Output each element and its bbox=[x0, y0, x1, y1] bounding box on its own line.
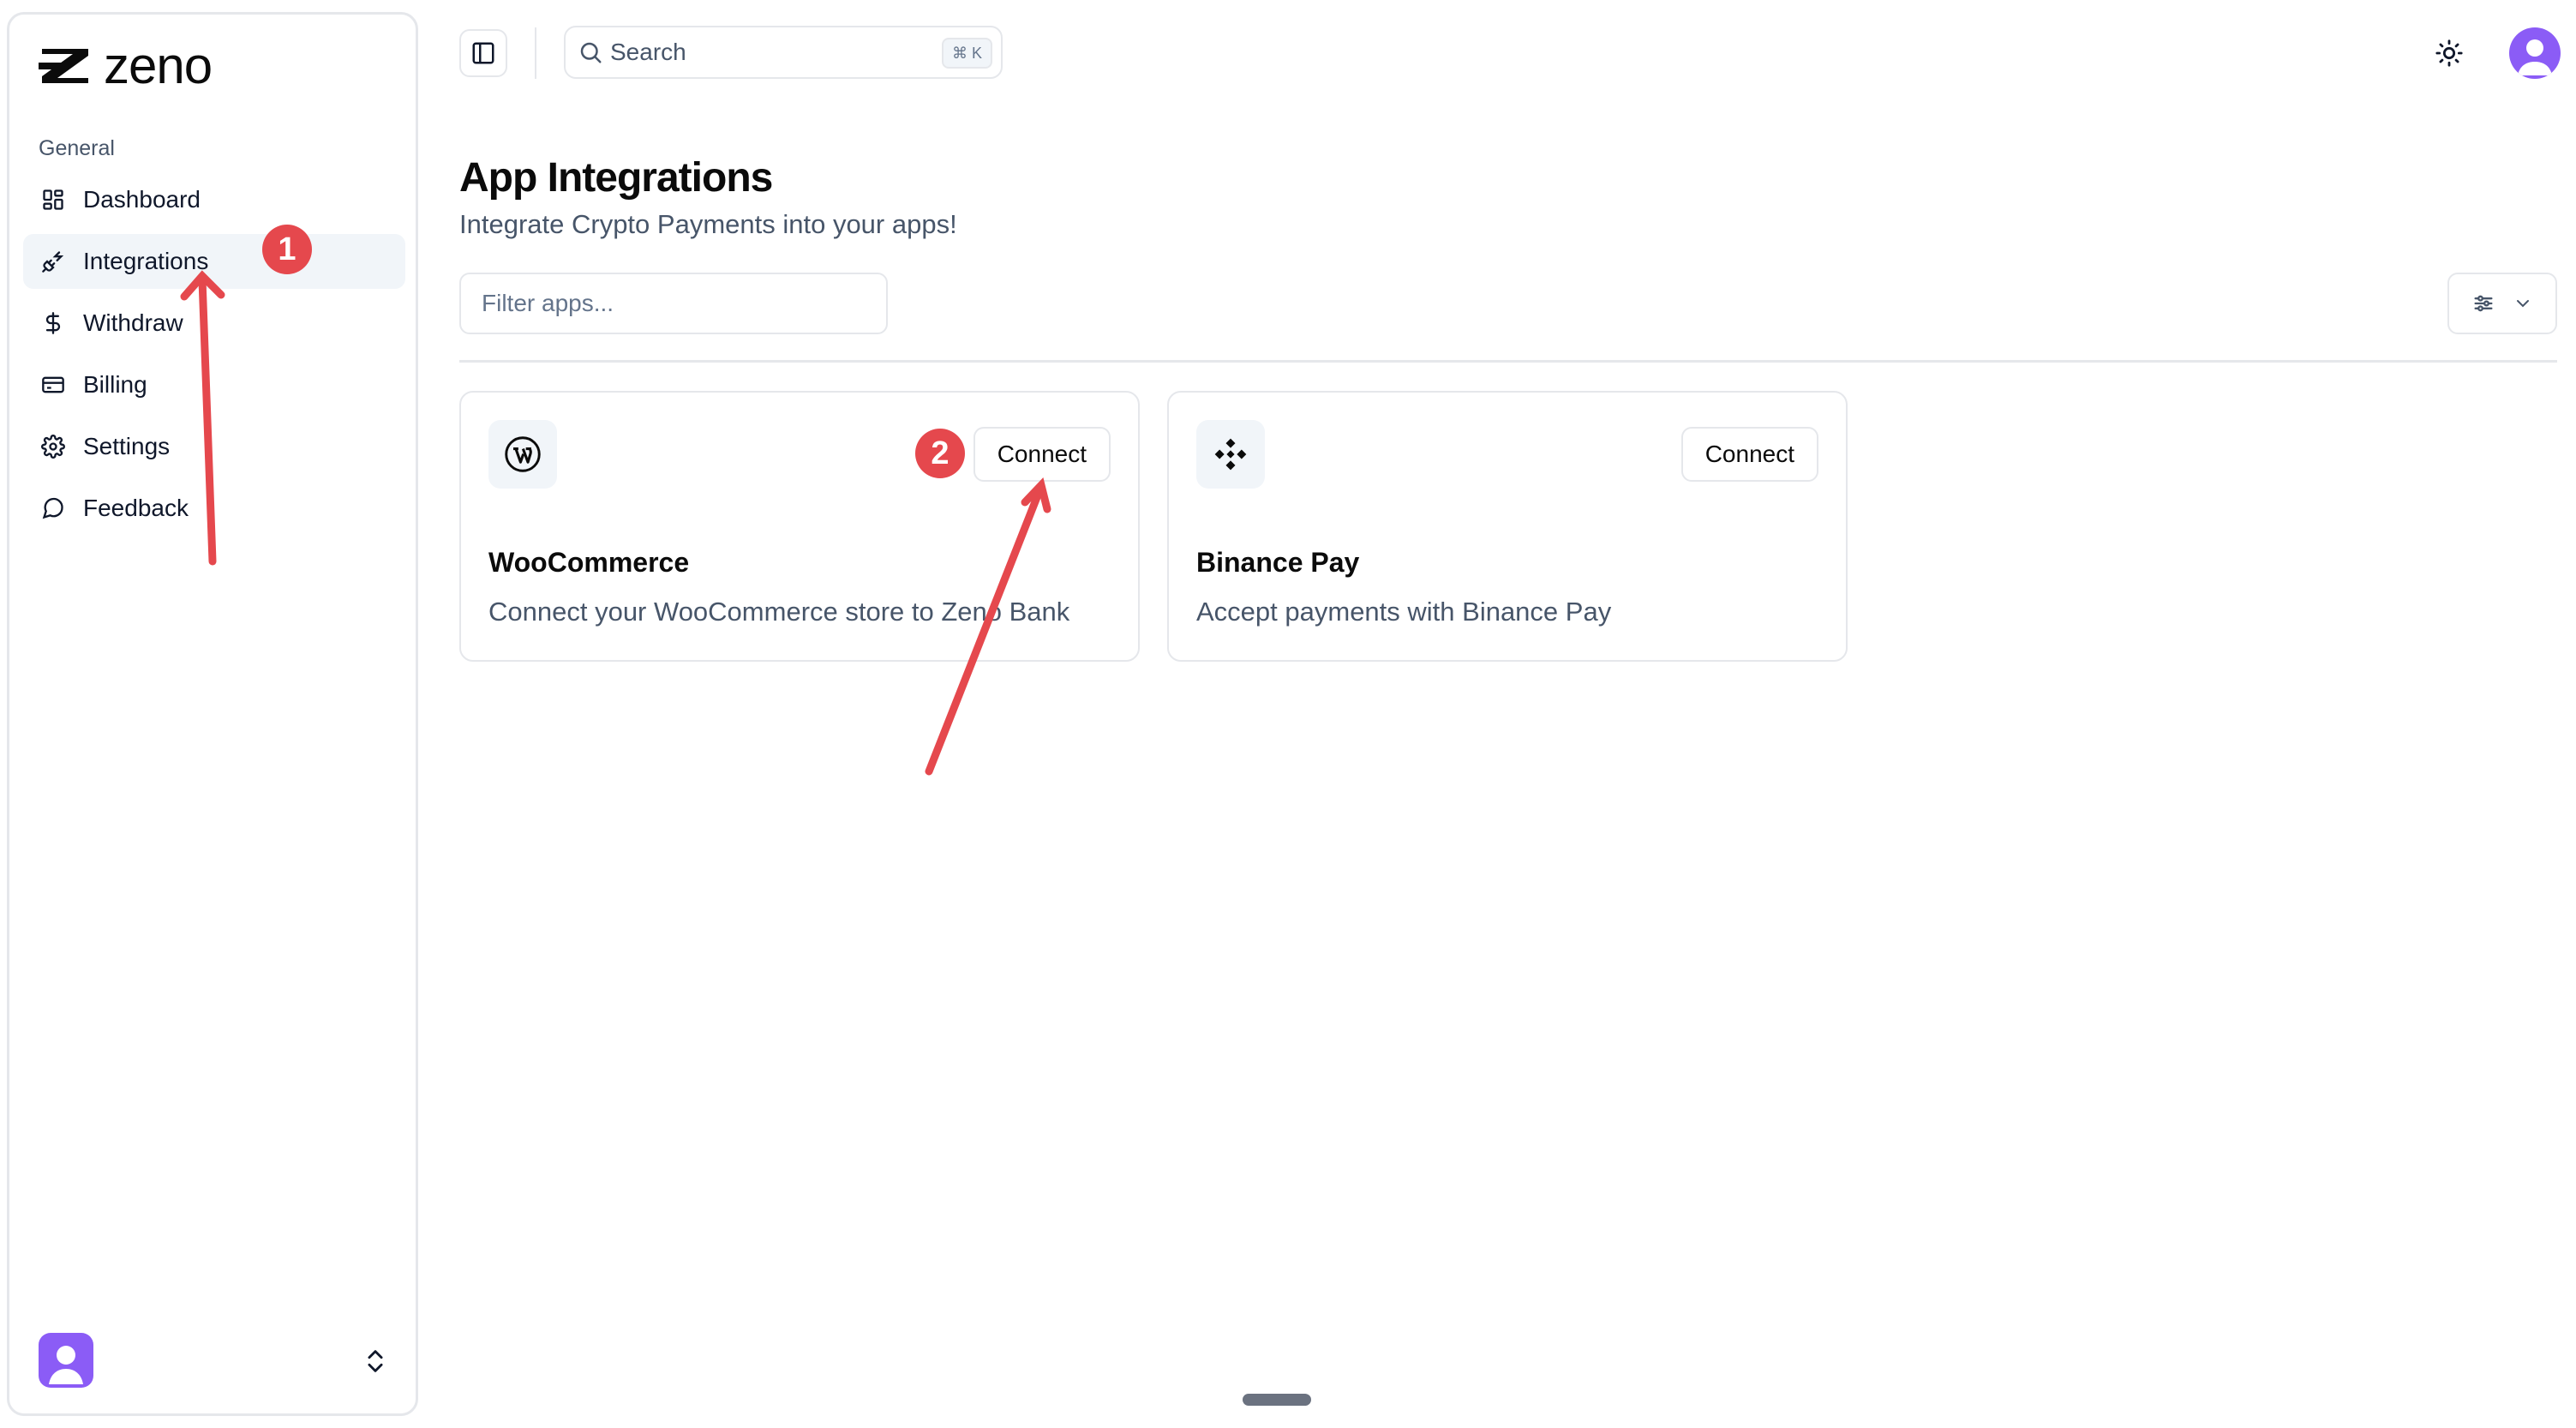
search-label: Search bbox=[610, 39, 686, 65]
dollar-icon bbox=[40, 310, 66, 336]
wordpress-icon bbox=[488, 420, 557, 489]
page-title: App Integrations bbox=[459, 155, 773, 201]
search-shortcut: ⌘ K bbox=[941, 38, 992, 69]
integration-description: Accept payments with Binance Pay bbox=[1196, 597, 1612, 627]
sidebar-item-label: Dashboard bbox=[83, 186, 201, 213]
integration-name: WooCommerce bbox=[488, 547, 690, 578]
plug-icon bbox=[40, 249, 66, 274]
user-icon bbox=[49, 1346, 83, 1384]
sidebar-item-label: Settings bbox=[83, 433, 171, 459]
sidebar-group-label: General bbox=[39, 136, 115, 160]
theme-toggle-button[interactable] bbox=[2430, 34, 2468, 72]
sidebar-item-feedback[interactable]: Feedback bbox=[23, 481, 405, 536]
sidebar-item-label: Withdraw bbox=[83, 309, 183, 336]
view-options-button[interactable] bbox=[2447, 273, 2557, 334]
panel-left-icon bbox=[472, 42, 494, 64]
sidebar-nav: Dashboard Integrations Withdraw Billing … bbox=[23, 172, 405, 543]
profile-avatar[interactable] bbox=[2509, 27, 2561, 79]
sidebar-item-dashboard[interactable]: Dashboard bbox=[23, 172, 405, 227]
zeno-logo-icon bbox=[39, 49, 88, 83]
gear-icon bbox=[40, 434, 66, 459]
integration-description: Connect your WooCommerce store to Zeno B… bbox=[488, 597, 1070, 627]
integration-card-woocommerce: Connect WooCommerce Connect your WooComm… bbox=[459, 391, 1140, 662]
message-circle-icon bbox=[40, 495, 66, 521]
credit-card-icon bbox=[40, 372, 66, 398]
sidebar: zeno General Dashboard Integrations With… bbox=[7, 12, 418, 1416]
sidebar-item-label: Billing bbox=[83, 371, 147, 398]
integration-card-binance-pay: Connect Binance Pay Accept payments with… bbox=[1167, 391, 1848, 662]
integration-name: Binance Pay bbox=[1196, 547, 1360, 578]
connect-button-binance-pay[interactable]: Connect bbox=[1680, 427, 1818, 482]
content-divider bbox=[459, 360, 2557, 363]
chevrons-up-down-icon[interactable] bbox=[361, 1347, 390, 1376]
page-subtitle: Integrate Crypto Payments into your apps… bbox=[459, 209, 957, 239]
sidebar-item-label: Integrations bbox=[83, 248, 209, 274]
sidebar-item-integrations[interactable]: Integrations bbox=[23, 234, 405, 289]
annotation-badge-2: 2 bbox=[915, 429, 965, 478]
user-avatar[interactable] bbox=[39, 1333, 93, 1388]
connect-button-woocommerce[interactable]: Connect bbox=[973, 427, 1111, 482]
sidebar-item-settings[interactable]: Settings bbox=[23, 419, 405, 474]
home-indicator bbox=[1243, 1394, 1311, 1406]
user-icon bbox=[2518, 39, 2552, 75]
topbar-divider bbox=[535, 27, 536, 79]
brand-name: zeno bbox=[104, 37, 213, 94]
sliders-icon bbox=[2474, 295, 2493, 312]
binance-icon bbox=[1196, 420, 1265, 489]
sidebar-item-billing[interactable]: Billing bbox=[23, 357, 405, 412]
dashboard-icon bbox=[40, 187, 66, 213]
toggle-sidebar-button[interactable] bbox=[459, 29, 507, 77]
sidebar-item-label: Feedback bbox=[83, 495, 189, 521]
brand-logo[interactable]: zeno bbox=[39, 37, 213, 94]
search-button[interactable]: Search ⌘ K bbox=[564, 26, 1003, 79]
sidebar-item-withdraw[interactable]: Withdraw bbox=[23, 296, 405, 351]
annotation-badge-1: 1 bbox=[262, 225, 312, 274]
sun-icon bbox=[2435, 39, 2463, 67]
search-icon bbox=[580, 42, 602, 63]
filter-apps-input[interactable] bbox=[459, 273, 888, 334]
chevron-down-icon bbox=[2517, 300, 2529, 308]
